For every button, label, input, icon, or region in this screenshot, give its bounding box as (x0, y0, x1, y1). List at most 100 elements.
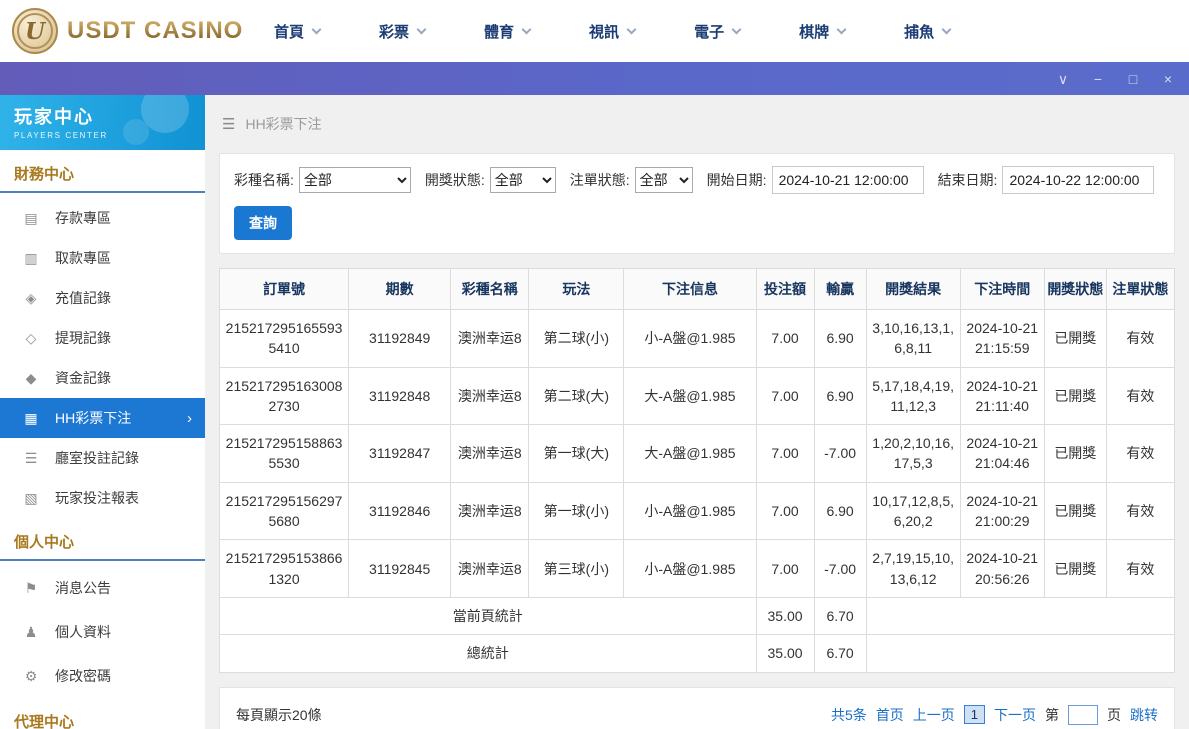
bet-table: 訂單號 期數 彩種名稱 玩法 下注信息 投注額 輸贏 開獎結果 下注時間 開獎狀… (219, 268, 1175, 673)
sidebar-item-announcements[interactable]: ⚑ 消息公告 (0, 566, 205, 610)
page-jump-input[interactable] (1068, 705, 1098, 725)
players-center-subtitle: PLAYERS CENTER (14, 131, 205, 140)
window-titlebar: ∨ − □ × (0, 62, 1189, 95)
cell-bet-status: 有效 (1106, 482, 1174, 540)
close-icon[interactable]: × (1161, 72, 1175, 86)
nav-item-slots[interactable]: 電子 (694, 21, 740, 42)
sidebar-item-withdrawal-record[interactable]: ◇ 提現記錄 (0, 318, 205, 358)
site-logo[interactable]: U USDT CASINO (12, 8, 260, 54)
table-row: 2152172951655935410 31192849 澳洲幸运8 第二球(小… (220, 310, 1175, 368)
column-header-bet-status: 注單狀態 (1106, 269, 1174, 310)
jump-suffix-label: 页 (1107, 705, 1121, 725)
summary-empty-cell (866, 597, 1174, 634)
sidebar-item-label: 提現記錄 (55, 328, 111, 348)
nav-item-fishing[interactable]: 捕魚 (904, 21, 950, 42)
cell-order-no: 2152172951562975680 (220, 482, 349, 540)
chevron-down-icon (837, 24, 847, 34)
cell-draw-result: 1,20,2,10,16,17,5,3 (866, 425, 960, 483)
nav-item-label: 彩票 (379, 21, 409, 42)
sidebar-item-label: 廳室投註記錄 (55, 448, 139, 468)
nav-item-video[interactable]: 視訊 (589, 21, 635, 42)
sidebar-item-recharge-record[interactable]: ◈ 充值記錄 (0, 278, 205, 318)
end-date-input[interactable] (1002, 166, 1154, 194)
cell-lottery-name: 澳洲幸运8 (451, 540, 529, 598)
sidebar-item-deposit[interactable]: ▤ 存款專區 (0, 198, 205, 238)
chevron-right-icon: › (187, 410, 192, 427)
sidebar-item-label: 修改密碼 (55, 666, 111, 686)
sidebar-item-hh-lottery-bet[interactable]: ▦ HH彩票下注 › (0, 398, 205, 438)
logo-letter: U (25, 18, 45, 45)
nav-item-sports[interactable]: 體育 (484, 21, 530, 42)
table-header-row: 訂單號 期數 彩種名稱 玩法 下注信息 投注額 輸贏 開獎結果 下注時間 開獎狀… (220, 269, 1175, 310)
sidebar-item-label: 消息公告 (55, 578, 111, 598)
cell-draw-result: 3,10,16,13,1,6,8,11 (866, 310, 960, 368)
cell-bet-amount: 7.00 (756, 425, 814, 483)
draw-status-select[interactable]: 全部 (490, 167, 556, 193)
nav-item-cards[interactable]: 棋牌 (799, 21, 845, 42)
cell-bet-time: 2024-10-21 21:15:59 (960, 310, 1044, 368)
start-date-input[interactable] (772, 166, 924, 194)
summary-row-grand-total: 總統計 35.00 6.70 (220, 635, 1175, 672)
main-nav: 首頁 彩票 體育 視訊 電子 棋牌 捕魚 (274, 21, 950, 42)
nav-item-label: 棋牌 (799, 21, 829, 42)
minimize-icon[interactable]: − (1091, 72, 1105, 86)
page-size-label: 每頁顯示20條 (236, 705, 322, 725)
cell-period: 31192848 (349, 367, 451, 425)
sidebar-item-player-bet-report[interactable]: ▧ 玩家投注報表 (0, 478, 205, 518)
column-header-draw-status: 開獎狀態 (1044, 269, 1106, 310)
jump-button[interactable]: 跳转 (1130, 705, 1158, 725)
sidebar-item-funds-record[interactable]: ◆ 資金記錄 (0, 358, 205, 398)
sidebar-item-change-password[interactable]: ⚙ 修改密碼 (0, 654, 205, 698)
withdraw-icon: ▥ (22, 250, 40, 267)
first-page-link[interactable]: 首页 (876, 705, 904, 725)
summary-label: 當前頁統計 (220, 597, 757, 634)
current-page-indicator[interactable]: 1 (964, 705, 985, 724)
cell-order-no: 2152172951538661320 (220, 540, 349, 598)
pagination-bar: 每頁顯示20條 共5条 首页 上一页 1 下一页 第 页 跳转 (219, 687, 1175, 729)
sidebar-item-label: 存款專區 (55, 208, 111, 228)
bet-status-label: 注單狀態: (570, 170, 630, 190)
summary-win-total: 6.70 (814, 597, 866, 634)
cell-period: 31192847 (349, 425, 451, 483)
cell-win-loss: -7.00 (814, 540, 866, 598)
bet-status-select[interactable]: 全部 (635, 167, 693, 193)
sidebar-item-room-bet-record[interactable]: ☰ 廳室投註記錄 (0, 438, 205, 478)
sidebar-item-withdraw[interactable]: ▥ 取款專區 (0, 238, 205, 278)
section-heading-finance: 財務中心 (0, 150, 205, 193)
sidebar-item-label: 玩家投注報表 (55, 488, 139, 508)
column-header-period: 期數 (349, 269, 451, 310)
column-header-bet-amount: 投注額 (756, 269, 814, 310)
logo-badge-inner-ring: U (17, 13, 53, 49)
maximize-icon[interactable]: □ (1126, 72, 1140, 86)
cell-bet-amount: 7.00 (756, 482, 814, 540)
column-header-order-no: 訂單號 (220, 269, 349, 310)
cell-draw-status: 已開獎 (1044, 310, 1106, 368)
nav-item-home[interactable]: 首頁 (274, 21, 320, 42)
withdrawal-record-icon: ◇ (22, 330, 40, 347)
sidebar-item-label: 取款專區 (55, 248, 111, 268)
sidebar-item-profile[interactable]: ♟ 個人資料 (0, 610, 205, 654)
jump-prefix-label: 第 (1045, 705, 1059, 725)
lottery-type-select[interactable]: 全部 (299, 167, 411, 193)
next-page-link[interactable]: 下一页 (994, 705, 1036, 725)
cell-draw-result: 2,7,19,15,10,13,6,12 (866, 540, 960, 598)
nav-item-label: 捕魚 (904, 21, 934, 42)
total-count-label: 共5条 (831, 705, 867, 725)
cell-lottery-name: 澳洲幸运8 (451, 310, 529, 368)
cell-draw-status: 已開獎 (1044, 540, 1106, 598)
search-button[interactable]: 查詢 (234, 206, 292, 240)
table-row: 2152172951588635530 31192847 澳洲幸运8 第一球(大… (220, 425, 1175, 483)
cell-draw-result: 5,17,18,4,19,11,12,3 (866, 367, 960, 425)
hamburger-icon[interactable]: ☰ (222, 115, 235, 133)
nav-item-lottery[interactable]: 彩票 (379, 21, 425, 42)
prev-page-link[interactable]: 上一页 (913, 705, 955, 725)
collapse-icon[interactable]: ∨ (1056, 72, 1070, 86)
cell-order-no: 2152172951630082730 (220, 367, 349, 425)
chevron-down-icon (312, 24, 322, 34)
column-header-lottery-name: 彩種名稱 (451, 269, 529, 310)
cell-bet-info: 大-A盤@1.985 (624, 425, 756, 483)
summary-empty-cell (866, 635, 1174, 672)
cell-bet-time: 2024-10-21 21:11:40 (960, 367, 1044, 425)
logo-badge-icon: U (12, 8, 58, 54)
cell-bet-status: 有效 (1106, 540, 1174, 598)
